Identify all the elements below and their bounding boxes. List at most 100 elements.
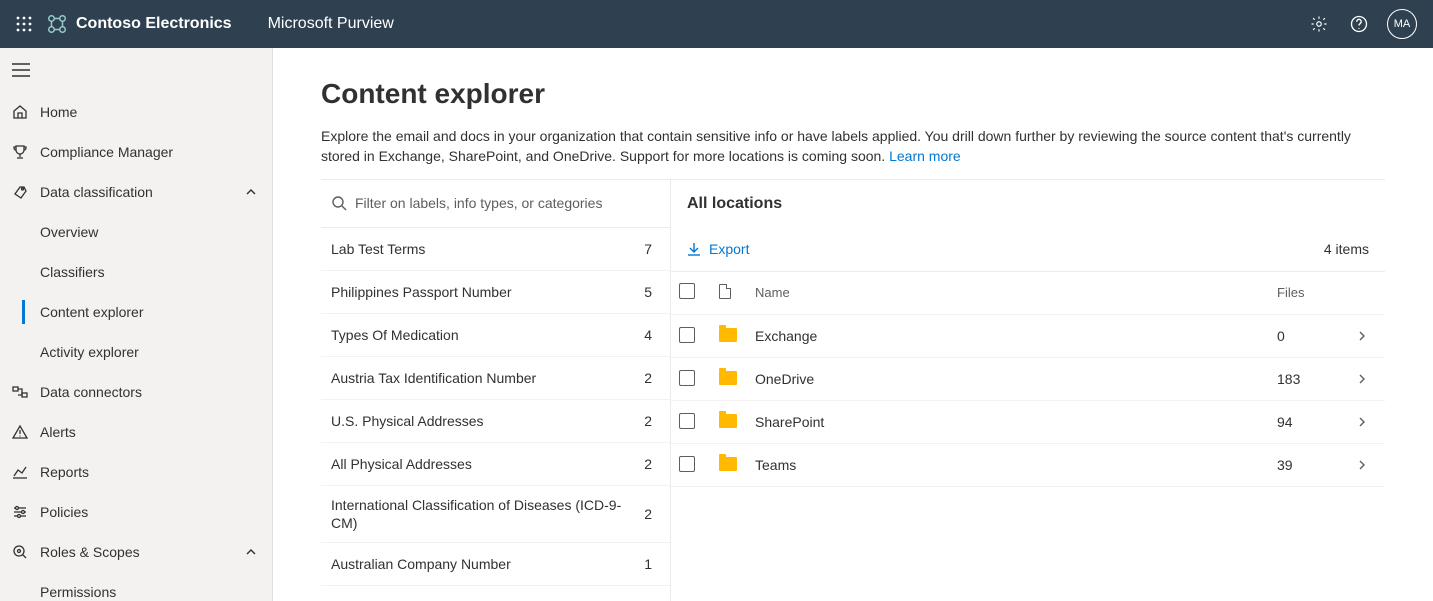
wrench-icon [12,544,40,560]
folder-icon [719,457,737,471]
page-description: Explore the email and docs in your organ… [321,126,1381,167]
page-title: Content explorer [321,78,1385,110]
product-name: Microsoft Purview [268,15,394,33]
info-type-row[interactable]: Philippines Passport Number5 [321,271,670,314]
folder-icon [719,371,737,385]
sliders-icon [12,504,40,520]
tag-icon [12,184,40,200]
col-header-files[interactable]: Files [1269,272,1349,315]
select-all-checkbox[interactable] [679,283,695,299]
sidebar-item-data-classification[interactable]: Data classification [0,172,272,212]
sidebar-item-permissions[interactable]: Permissions [0,572,272,601]
nav-toggle[interactable] [0,48,272,92]
info-type-label: International Classification of Diseases… [331,496,644,532]
chevron-right-icon[interactable] [1357,460,1377,470]
connector-icon [12,384,40,400]
folder-icon [719,414,737,428]
location-files: 183 [1277,371,1300,387]
learn-more-link[interactable]: Learn more [889,148,961,164]
help-icon[interactable] [1339,0,1379,48]
sidebar-item-alerts[interactable]: Alerts [0,412,272,452]
info-type-row[interactable]: Australian Company Number1 [321,543,670,586]
info-type-row[interactable]: U.S. Physical Addresses2 [321,400,670,443]
file-type-icon [719,284,731,299]
location-files: 0 [1277,328,1285,344]
chevron-up-icon [242,187,260,197]
row-checkbox[interactable] [679,370,695,386]
chart-icon [12,464,40,480]
sidebar-item-label: Alerts [40,424,260,440]
main-content: Content explorer Explore the email and d… [273,48,1433,601]
row-checkbox[interactable] [679,456,695,472]
locations-table: Name Files Exchange0 OneDrive 183 SharePoin… [671,272,1385,488]
info-type-row[interactable]: Types Of Medication4 [321,314,670,357]
info-type-label: U.S. Physical Addresses [331,412,644,430]
sidebar-item-roles-scopes[interactable]: Roles & Scopes [0,532,272,572]
chevron-right-icon[interactable] [1357,374,1377,384]
items-count: 4 items [1324,241,1369,257]
sidebar-item-label: Overview [40,224,260,240]
locations-toolbar: Export 4 items [671,228,1385,272]
filter-input[interactable] [355,195,660,211]
info-type-label: All Physical Addresses [331,455,644,473]
info-type-label: Australian Company Number [331,555,644,573]
info-type-row[interactable]: Austria Tax Identification Number2 [321,357,670,400]
info-type-count: 4 [644,327,652,343]
sidebar-item-label: Content explorer [40,304,260,320]
location-files: 39 [1277,457,1293,473]
info-type-row[interactable]: All Physical Addresses2 [321,443,670,486]
tenant-logo[interactable]: Contoso Electronics [46,13,232,35]
settings-icon[interactable] [1299,0,1339,48]
row-checkbox[interactable] [679,413,695,429]
sidebar-item-reports[interactable]: Reports [0,452,272,492]
info-type-row[interactable]: International Classification of Diseases… [321,486,670,543]
user-avatar[interactable]: MA [1387,9,1417,39]
info-type-count: 7 [644,241,652,257]
info-type-count: 2 [644,370,652,386]
sidebar-item-label: Compliance Manager [40,144,260,160]
sidebar-item-activity-explorer[interactable]: Activity explorer [0,332,272,372]
table-row[interactable]: SharePoint94 [671,401,1385,444]
sidebar-item-label: Data connectors [40,384,260,400]
info-type-label: Austria Tax Identification Number [331,369,644,387]
info-type-row[interactable]: Lab Test Terms7 [321,228,670,271]
sidebar-item-policies[interactable]: Policies [0,492,272,532]
location-name: OneDrive [755,371,814,387]
sidebar-item-label: Reports [40,464,260,480]
col-header-name[interactable]: Name [747,272,1269,315]
chevron-right-icon[interactable] [1357,331,1377,341]
sidebar-item-content-explorer[interactable]: Content explorer [0,292,272,332]
download-icon [687,242,701,256]
export-button[interactable]: Export [687,241,749,257]
table-row[interactable]: Exchange0 [671,315,1385,358]
home-icon [12,104,40,120]
export-label: Export [709,241,749,257]
sidebar-item-label: Home [40,104,260,120]
table-row[interactable]: OneDrive 183 [671,358,1385,401]
global-header: Contoso Electronics Microsoft Purview MA [0,0,1433,48]
info-type-count: 2 [644,456,652,472]
folder-icon [719,328,737,342]
location-name: Teams [755,457,796,473]
info-type-count: 2 [644,413,652,429]
row-checkbox[interactable] [679,327,695,343]
info-type-label: Types Of Medication [331,326,644,344]
sidebar-item-label: Classifiers [40,264,260,280]
sidebar-item-classifiers[interactable]: Classifiers [0,252,272,292]
filter-row [321,180,670,228]
table-row[interactable]: Teams 39 [671,444,1385,487]
sidebar-item-home[interactable]: Home [0,92,272,132]
purview-logo-icon [46,13,68,35]
locations-header: All locations [671,180,1385,228]
app-launcher-icon[interactable] [8,0,40,48]
info-type-count: 2 [644,506,652,522]
chevron-right-icon[interactable] [1357,417,1377,427]
tenant-name: Contoso Electronics [76,15,232,33]
sidebar-item-compliance-manager[interactable]: Compliance Manager [0,132,272,172]
sidebar-item-label: Permissions [40,584,260,600]
sidebar-item-overview[interactable]: Overview [0,212,272,252]
sidebar-item-data-connectors[interactable]: Data connectors [0,372,272,412]
search-icon [331,195,347,211]
sidebar-item-label: Policies [40,504,260,520]
sidebar-item-label: Activity explorer [40,344,260,360]
